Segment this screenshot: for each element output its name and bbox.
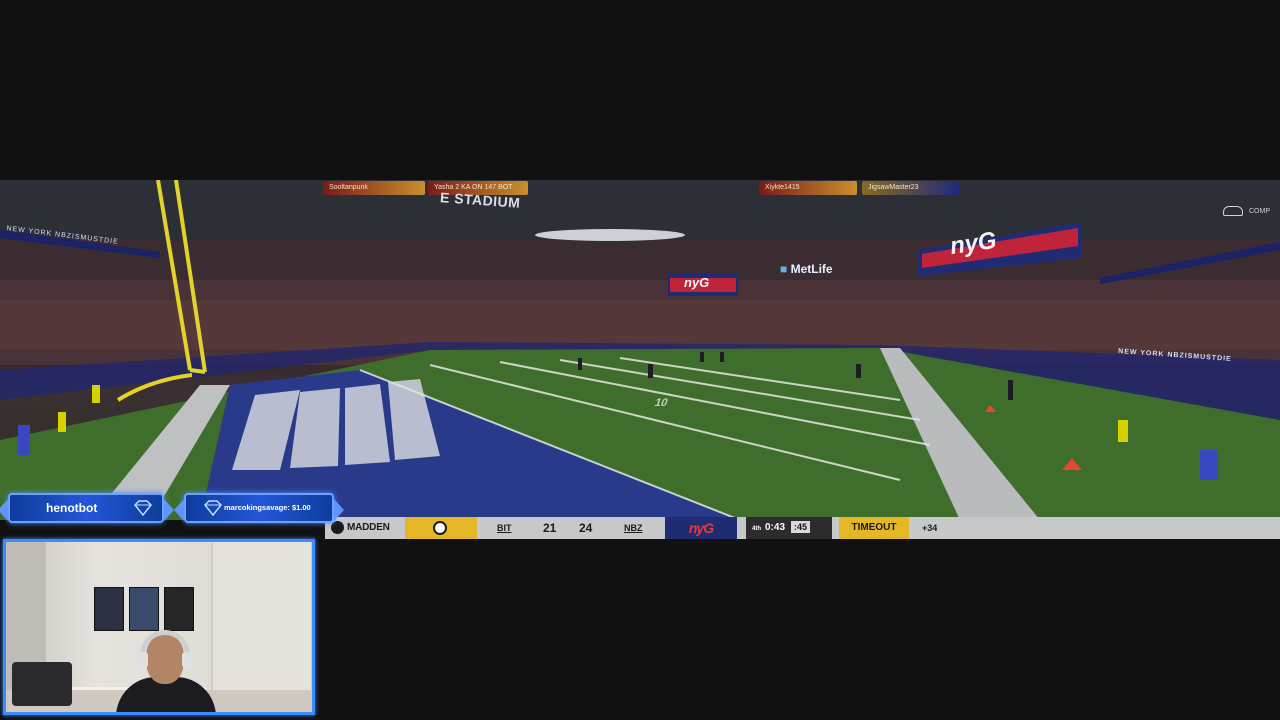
webcam-door	[211, 542, 311, 692]
headset-earcup	[182, 652, 192, 668]
stadium-scene	[0, 180, 1280, 520]
diamond-icon	[134, 500, 152, 516]
ea-logo-icon	[331, 520, 344, 534]
follower-alert: henotbot	[0, 493, 174, 523]
giants-center-logo: nyG	[684, 275, 710, 290]
home-team-logo: nyG	[665, 517, 737, 539]
play-clock: :45	[791, 521, 811, 533]
cap-icon	[1223, 206, 1243, 216]
headset-earcup	[138, 652, 148, 668]
clock-time: 0:43	[765, 522, 786, 533]
timeout-banner: TIMEOUT	[839, 517, 909, 539]
sponsor-sign: ■ MetLife	[780, 262, 833, 276]
home-score: 24	[579, 521, 593, 535]
donation-alert: marcokingsavage: $1.00	[174, 493, 344, 523]
watermark-text: COMP	[1249, 207, 1270, 215]
wall-poster	[164, 587, 194, 631]
top-player-tag: JigsawMaster23	[862, 181, 960, 195]
donation-text: marcokingsavage: $1.00	[224, 503, 311, 512]
sponsor-text: MetLife	[790, 262, 833, 276]
game-view: Sooltanpunk Yasha 2 KA ON 147 BOT Xiykte…	[0, 180, 1280, 520]
stream-watermark: COMP	[1223, 206, 1270, 216]
gaming-chair	[12, 662, 72, 706]
chevron-left-icon	[174, 499, 184, 521]
webcam-feed	[3, 539, 315, 715]
distance-indicator: +34	[922, 523, 938, 533]
wall-poster	[94, 587, 124, 631]
chevron-right-icon	[334, 499, 344, 521]
game-logo-text: MADDEN	[347, 522, 390, 533]
diamond-icon	[204, 500, 222, 516]
metlife-logo-icon: ■	[780, 262, 788, 276]
top-player-tag: Sooltanpunk	[323, 181, 425, 195]
follower-name: henotbot	[46, 501, 98, 515]
chevron-left-icon	[0, 499, 8, 521]
away-score: 21	[543, 521, 557, 535]
steelers-logo-icon	[433, 521, 447, 536]
wall-poster	[129, 587, 159, 631]
game-clock: 4th 0:43 :45	[746, 517, 832, 539]
away-team-logo	[405, 517, 477, 539]
chevron-right-icon	[164, 499, 174, 521]
top-player-tag: Xiykte1415	[759, 181, 857, 195]
quarter: 4th	[752, 526, 761, 532]
scoreboard: MADDEN BIT 21 24 NBZ nyG 4th 0:43 :45 TIME…	[325, 517, 1280, 539]
home-team-abbr: NBZ	[624, 523, 643, 533]
away-team-abbr: BIT	[497, 523, 512, 533]
